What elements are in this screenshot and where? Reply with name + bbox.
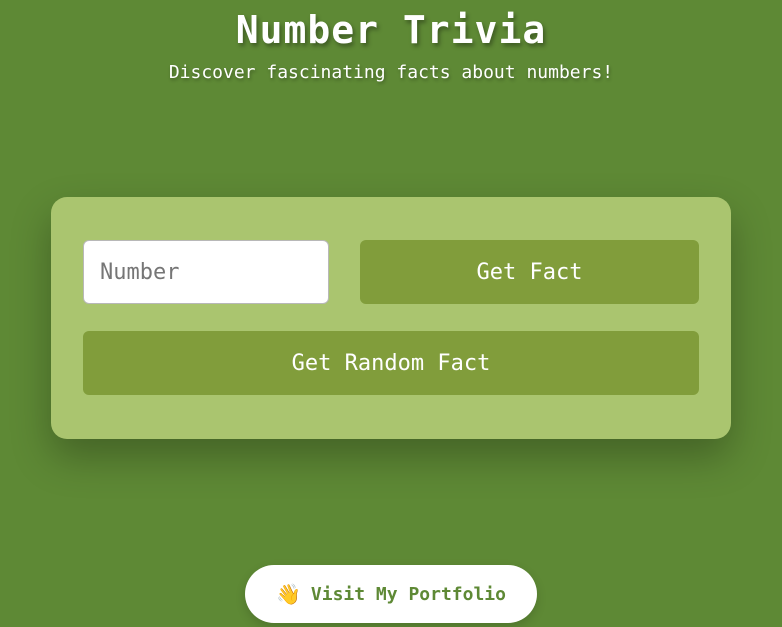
get-fact-button[interactable]: Get Fact (360, 240, 699, 304)
page-subtitle: Discover fascinating facts about numbers… (168, 62, 614, 83)
trivia-card: Get Fact Get Random Fact (51, 197, 731, 439)
get-random-fact-button[interactable]: Get Random Fact (83, 331, 699, 395)
portfolio-link[interactable]: 👋 Visit My Portfolio (245, 565, 537, 623)
number-input[interactable] (83, 240, 329, 304)
page-title: Number Trivia (235, 8, 547, 52)
waving-hand-icon: 👋 (276, 582, 301, 606)
portfolio-link-label: Visit My Portfolio (310, 583, 506, 605)
